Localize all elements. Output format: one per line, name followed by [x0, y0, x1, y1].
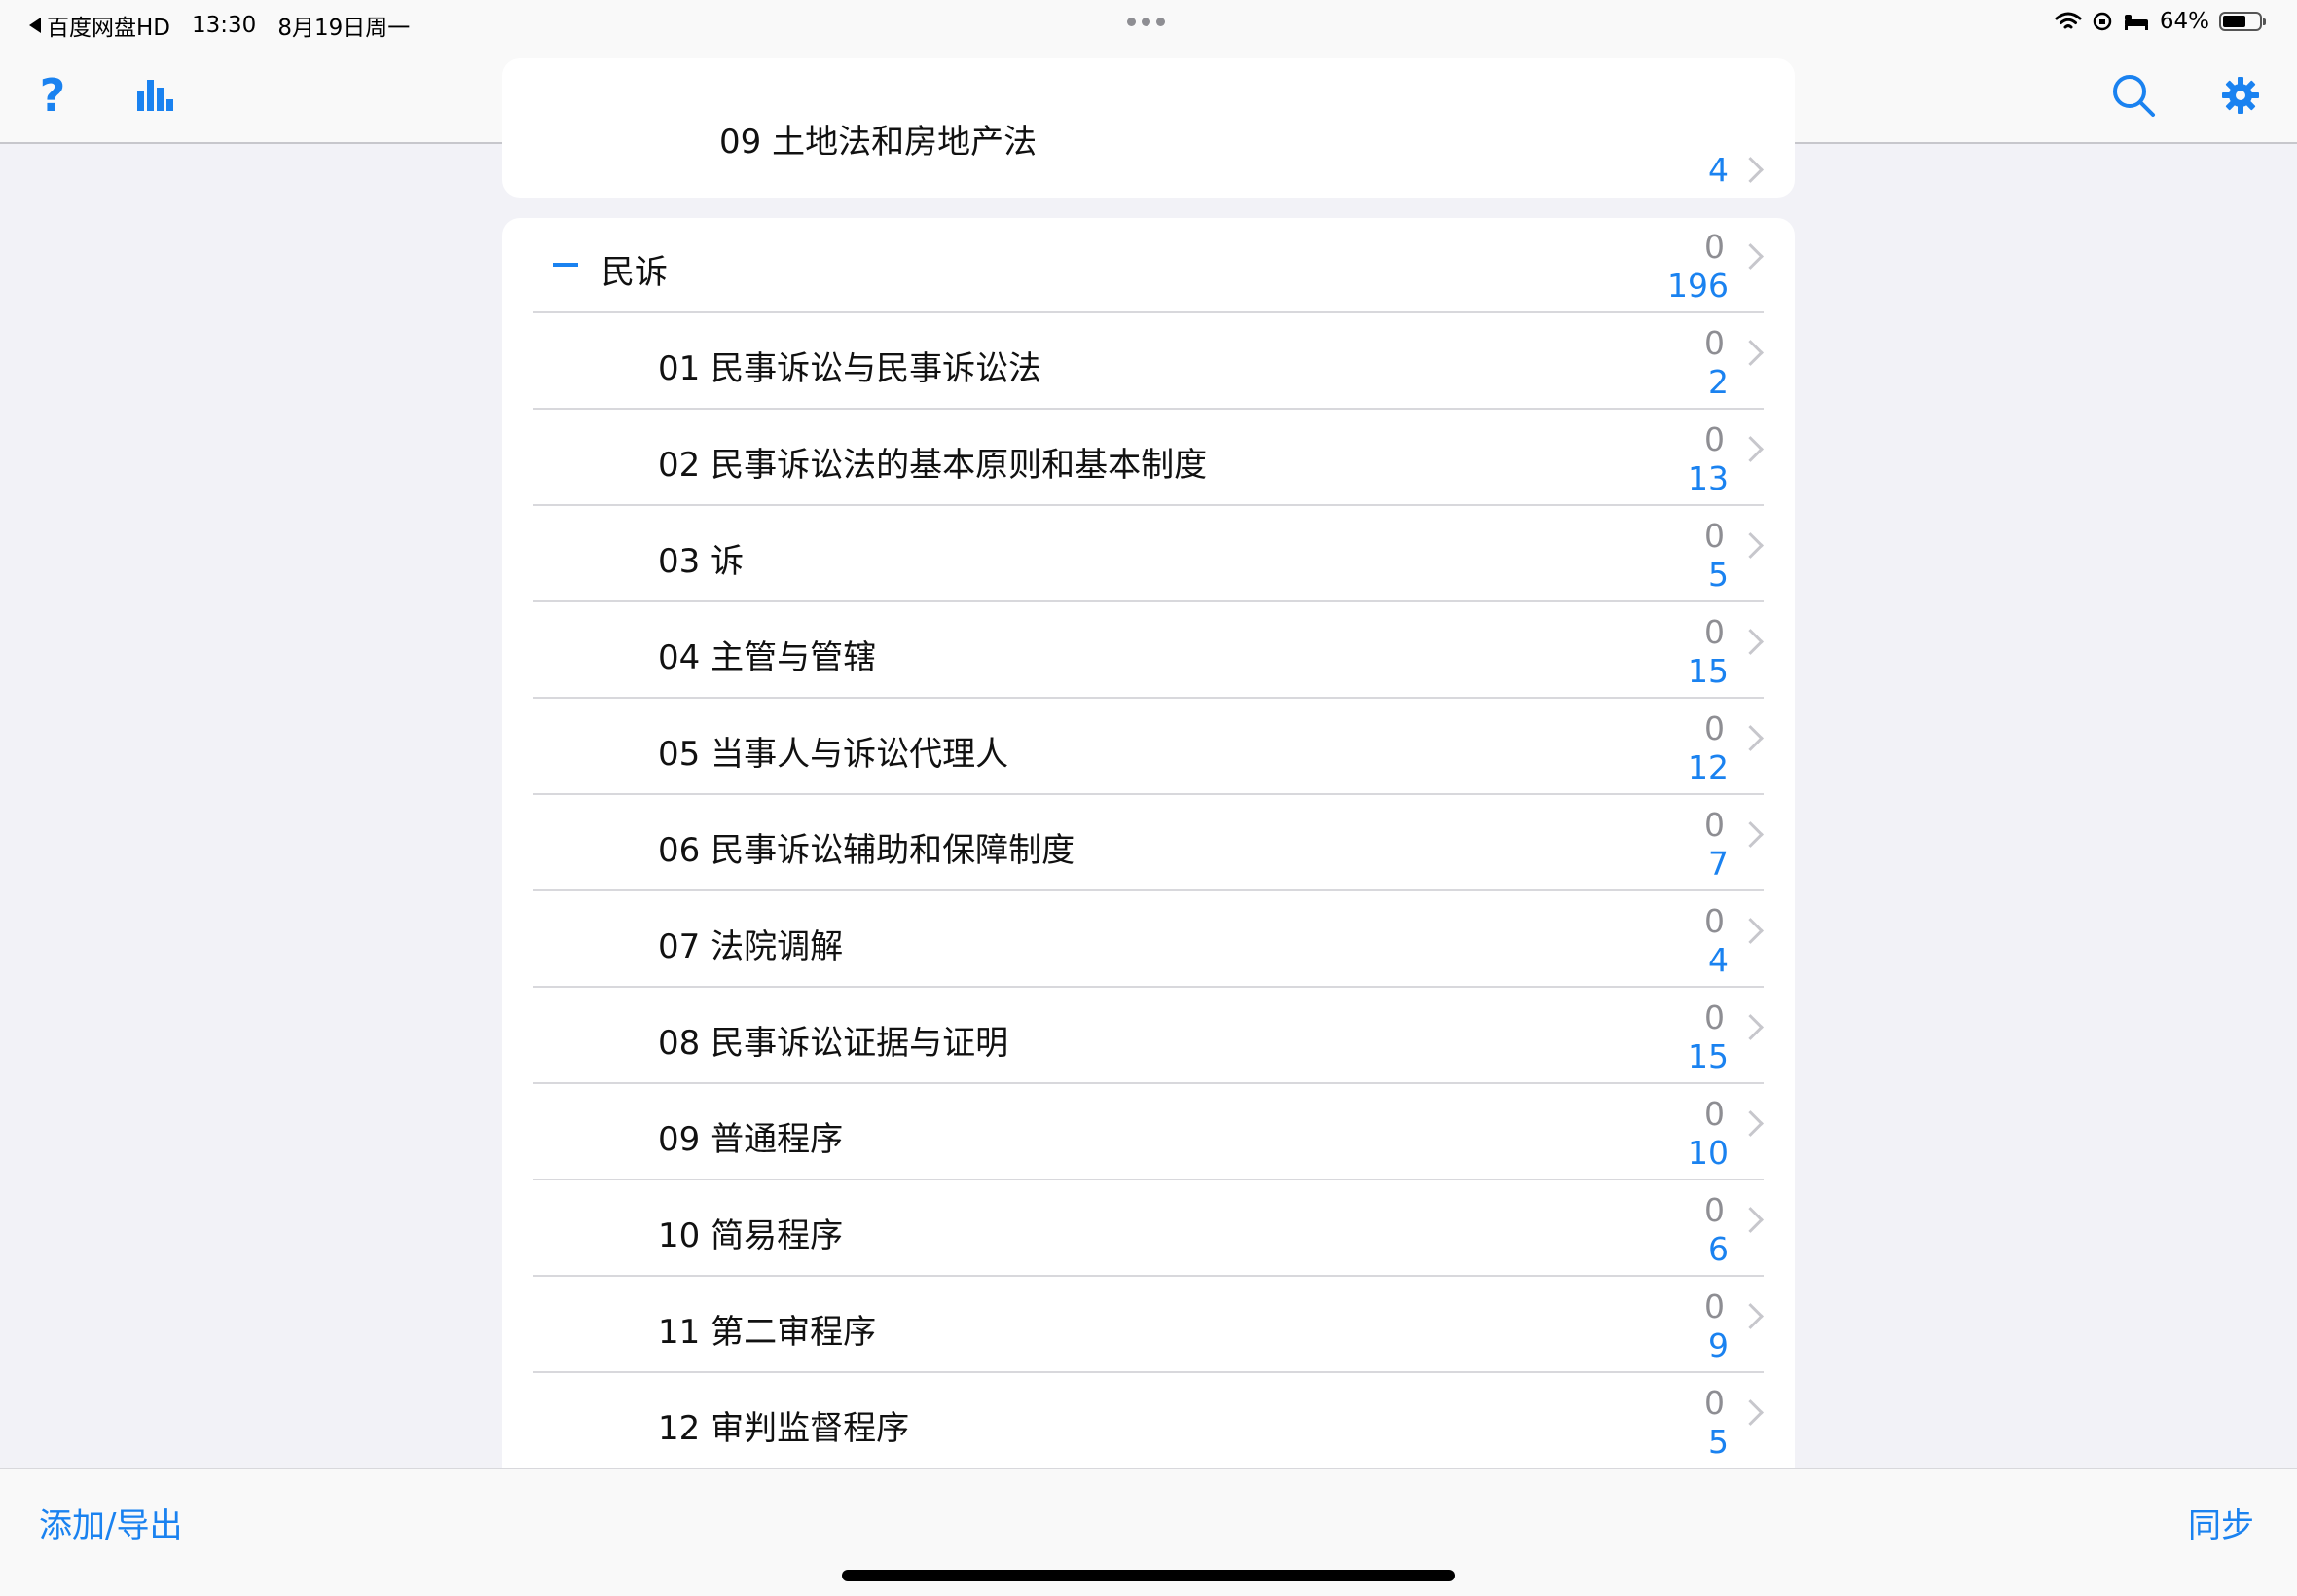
status-bar: 百度网盘HD 13:30 8月19日周一 64% [0, 0, 2297, 47]
chevron-right-icon [1737, 725, 1764, 751]
status-time: 13:30 [192, 13, 257, 38]
chevron-right-icon [1737, 340, 1764, 366]
due-count: 5 [1708, 1423, 1729, 1461]
subdeck-row[interactable]: 08 民事诉讼证据与证明 0 15 [533, 989, 1764, 1084]
due-count: 6 [1708, 1230, 1729, 1268]
subdeck-label: 09 土地法和房地产法 [719, 123, 1038, 162]
due-count: 196 [1667, 267, 1729, 305]
settings-button[interactable] [2217, 68, 2264, 123]
due-count: 4 [1708, 151, 1729, 189]
due-count: 15 [1688, 1037, 1729, 1075]
subdeck-row[interactable]: 10 简易程序 0 6 [533, 1181, 1764, 1277]
subdeck-label: 08 民事诉讼证据与证明 [658, 1024, 1009, 1063]
subdeck-row[interactable]: 09 普通程序 0 10 [533, 1085, 1764, 1180]
due-count: 12 [1688, 748, 1729, 786]
multitask-dots-icon[interactable] [1127, 18, 1165, 26]
search-icon [2113, 75, 2155, 117]
subdeck-row[interactable]: 09 土地法和房地产法 4 [533, 102, 1764, 198]
subdeck-label: 07 法院调解 [658, 927, 844, 966]
chevron-right-icon [1737, 1110, 1764, 1137]
due-count: 15 [1688, 652, 1729, 690]
chevron-right-icon [1737, 1207, 1764, 1233]
battery-icon [2219, 12, 2266, 31]
chevron-right-icon [1737, 157, 1764, 183]
subdeck-label: 02 民事诉讼法的基本原则和基本制度 [658, 446, 1208, 485]
subdeck-label: 06 民事诉讼辅助和保障制度 [658, 831, 1076, 870]
due-count: 13 [1688, 459, 1729, 497]
new-count: 0 [1704, 998, 1725, 1036]
search-button[interactable] [2108, 68, 2159, 123]
previous-deck-card: 09 土地法和房地产法 4 [502, 58, 1795, 198]
home-indicator[interactable] [842, 1570, 1455, 1581]
subdeck-row[interactable]: 02 民事诉讼法的基本原则和基本制度 0 13 [533, 411, 1764, 506]
wifi-icon [2055, 12, 2082, 29]
status-date: 8月19日周一 [277, 16, 411, 41]
due-count: 2 [1708, 363, 1729, 401]
subdeck-label: 10 简易程序 [658, 1216, 844, 1255]
new-count: 0 [1704, 902, 1725, 940]
chevron-right-icon [1737, 436, 1764, 462]
new-count: 0 [1704, 517, 1725, 555]
due-count: 9 [1708, 1326, 1729, 1364]
due-count: 4 [1708, 941, 1729, 979]
sync-button[interactable]: 同步 [2188, 1499, 2254, 1546]
deck-card-minsu: 民诉 0 196 01 民事诉讼与民事诉讼法 0 2 02 民事诉讼法的基本原则和基本… [502, 218, 1795, 1522]
orientation-lock-icon [2093, 12, 2112, 31]
subdeck-row[interactable]: 06 民事诉讼辅助和保障制度 0 7 [533, 796, 1764, 891]
subdeck-row[interactable]: 03 诉 05 [533, 507, 1764, 602]
battery-level-fill [2223, 16, 2245, 27]
new-count: 0 [1704, 1288, 1725, 1325]
chevron-right-icon [1737, 918, 1764, 944]
collapse-icon[interactable] [553, 263, 578, 267]
chevron-right-icon [1737, 243, 1764, 270]
gear-icon [2222, 77, 2259, 114]
new-count: 0 [1704, 613, 1725, 651]
due-count: 5 [1708, 556, 1729, 594]
subdeck-row[interactable]: 01 民事诉讼与民事诉讼法 0 2 [533, 314, 1764, 410]
new-count: 0 [1704, 1384, 1725, 1422]
deck-label: 民诉 [602, 253, 668, 292]
new-count: 0 [1704, 806, 1725, 844]
subdeck-label: 11 第二审程序 [658, 1313, 877, 1352]
subdeck-row[interactable]: 07 法院调解 0 4 [533, 892, 1764, 988]
subdeck-row[interactable]: 11 第二审程序 0 9 [533, 1278, 1764, 1373]
due-count: 7 [1708, 845, 1729, 883]
back-to-app-button[interactable]: 百度网盘HD [29, 9, 170, 42]
subdeck-row[interactable]: 05 当事人与诉讼代理人 0 12 [533, 700, 1764, 795]
chevron-right-icon [1737, 1014, 1764, 1040]
new-count: 0 [1704, 709, 1725, 747]
new-count: 0 [1704, 1095, 1725, 1133]
subdeck-label: 04 主管与管辖 [658, 638, 877, 677]
subdeck-row[interactable]: 04 主管与管辖 0 15 [533, 603, 1764, 699]
sleep-mode-icon [2124, 15, 2148, 30]
new-count: 0 [1704, 420, 1725, 458]
battery-percent: 64% [2159, 9, 2209, 34]
new-count: 0 [1704, 324, 1725, 362]
subdeck-label: 03 诉 [658, 542, 745, 581]
subdeck-label: 05 当事人与诉讼代理人 [658, 735, 1009, 774]
chevron-right-icon [1737, 629, 1764, 655]
chevron-right-icon [1737, 1399, 1764, 1426]
chevron-right-icon [1737, 532, 1764, 559]
subdeck-label: 12 审判监督程序 [658, 1409, 910, 1448]
subdeck-label: 09 普通程序 [658, 1120, 844, 1159]
back-app-label: 百度网盘HD [47, 16, 171, 41]
back-arrow-icon [29, 18, 41, 33]
subdeck-row[interactable]: 12 审判监督程序 0 5 [533, 1374, 1764, 1469]
chevron-right-icon [1737, 1303, 1764, 1329]
new-count: 0 [1704, 1191, 1725, 1229]
new-count: 0 [1704, 228, 1725, 266]
due-count: 10 [1688, 1134, 1729, 1172]
deck-row[interactable]: 民诉 0 196 [533, 218, 1764, 313]
chevron-right-icon [1737, 821, 1764, 848]
subdeck-label: 01 民事诉讼与民事诉讼法 [658, 349, 1042, 388]
add-export-button[interactable]: 添加/导出 [39, 1499, 182, 1546]
